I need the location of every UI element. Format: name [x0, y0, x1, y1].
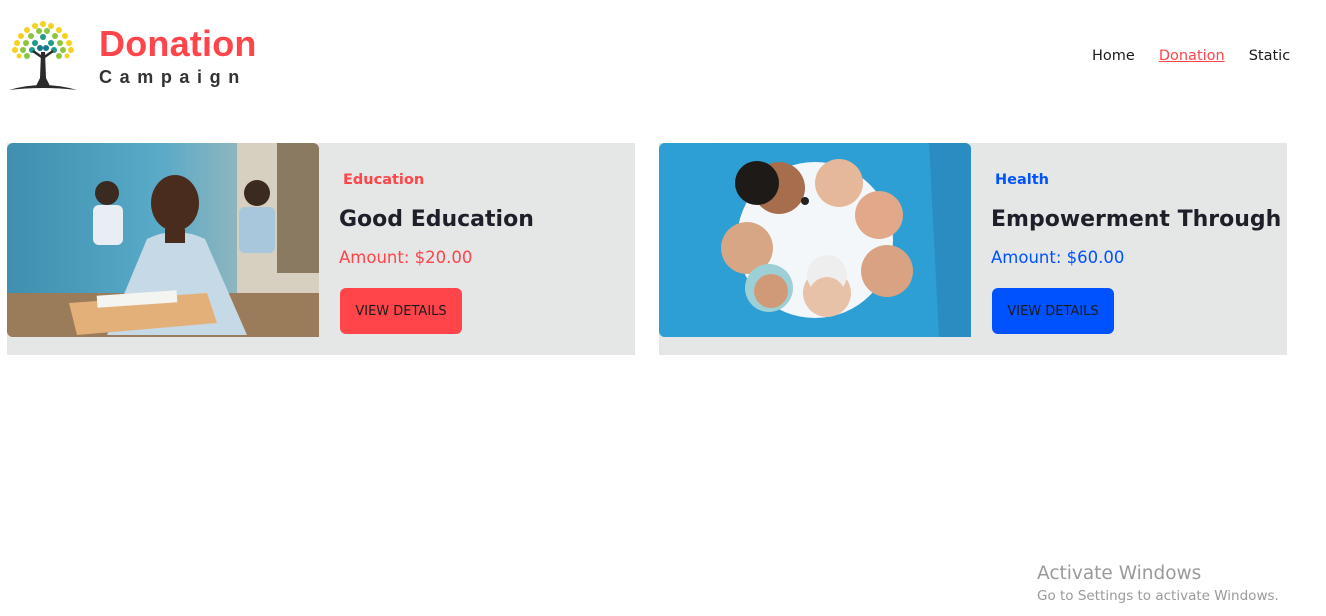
main-nav: Home Donation Static — [1092, 46, 1290, 66]
donation-card[interactable]: Health Empowerment Through Amount: $60.0… — [659, 143, 1287, 355]
card-image-health — [659, 143, 971, 337]
nav-home[interactable]: Home — [1092, 46, 1135, 66]
card-title: Empowerment Through — [991, 207, 1282, 232]
brand-subtitle: Campaign — [99, 67, 247, 87]
card-body: Education Good Education Amount: $20.00 … — [339, 143, 635, 355]
nav-static[interactable]: Static — [1249, 46, 1290, 66]
card-amount: Amount: $20.00 — [339, 248, 473, 267]
card-amount: Amount: $60.00 — [991, 248, 1125, 267]
card-title: Good Education — [339, 207, 534, 232]
view-details-button[interactable]: VIEW DETAILS — [992, 288, 1114, 334]
activation-watermark: Activate Windows Go to Settings to activ… — [1037, 562, 1279, 605]
category-badge: Education — [343, 172, 425, 188]
view-details-button[interactable]: VIEW DETAILS — [340, 288, 462, 334]
donation-card[interactable]: Education Good Education Amount: $20.00 … — [7, 143, 635, 355]
card-image-education — [7, 143, 319, 337]
brand[interactable]: Donation Campaign — [99, 24, 257, 88]
nav-donation[interactable]: Donation — [1159, 46, 1225, 66]
watermark-title: Activate Windows — [1037, 563, 1202, 584]
card-body: Health Empowerment Through Amount: $60.0… — [991, 143, 1287, 355]
logo-tree-icon — [7, 18, 79, 92]
watermark-subtitle: Go to Settings to activate Windows. — [1037, 588, 1279, 604]
category-badge: Health — [995, 172, 1049, 188]
brand-title: Donation — [99, 23, 257, 64]
